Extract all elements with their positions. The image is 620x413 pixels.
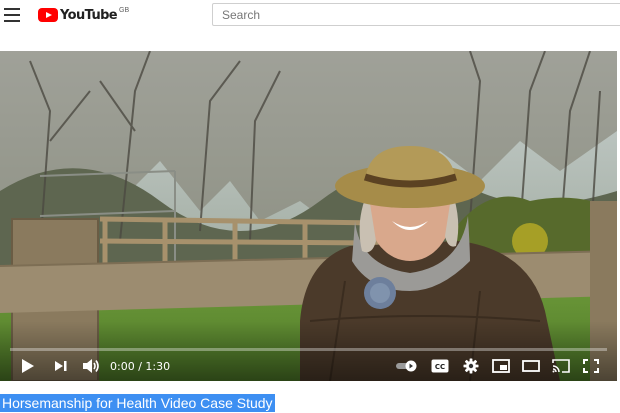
logo-text: YouTube xyxy=(60,7,118,23)
fullscreen-button[interactable] xyxy=(580,356,602,376)
miniplayer-button[interactable] xyxy=(490,356,512,376)
mute-button[interactable] xyxy=(80,356,102,376)
next-icon xyxy=(55,361,67,371)
cast-button[interactable] xyxy=(550,356,572,376)
theater-mode-button[interactable] xyxy=(520,356,542,376)
next-button[interactable] xyxy=(52,356,70,376)
captions-icon: CC xyxy=(431,359,449,373)
video-player[interactable]: 0:00 / 1:30 CC xyxy=(0,51,617,381)
current-time: 0:00 xyxy=(110,360,135,373)
volume-icon xyxy=(83,359,99,373)
captions-label: CC xyxy=(435,363,445,371)
cast-icon xyxy=(552,359,570,373)
duration: 1:30 xyxy=(145,360,171,373)
settings-button[interactable] xyxy=(460,356,482,376)
captions-button[interactable]: CC xyxy=(429,356,451,376)
search-input[interactable] xyxy=(213,4,620,25)
autoplay-toggle[interactable] xyxy=(394,356,420,376)
youtube-logo[interactable]: YouTube GB xyxy=(38,6,129,24)
time-display: 0:00 / 1:30 xyxy=(110,360,170,373)
menu-icon[interactable] xyxy=(4,8,20,22)
search-box[interactable] xyxy=(212,3,620,26)
time-separator: / xyxy=(134,360,146,373)
progress-bar[interactable] xyxy=(10,348,607,351)
play-icon xyxy=(22,359,34,373)
video-title: Horsemanship for Health Video Case Study xyxy=(0,394,275,412)
autoplay-toggle-icon xyxy=(396,360,417,372)
fullscreen-icon xyxy=(583,359,599,373)
video-title-text: Horsemanship for Health Video Case Study xyxy=(2,395,273,411)
settings-icon xyxy=(463,358,479,374)
top-bar: YouTube GB xyxy=(0,0,620,34)
play-button[interactable] xyxy=(18,356,38,376)
miniplayer-icon xyxy=(492,359,510,373)
youtube-play-logo-icon xyxy=(38,8,58,22)
logo-country-code: GB xyxy=(119,6,130,14)
theater-icon xyxy=(522,360,540,372)
